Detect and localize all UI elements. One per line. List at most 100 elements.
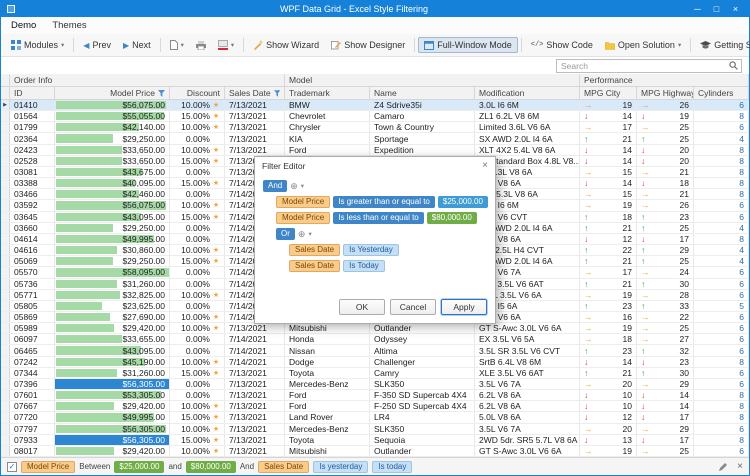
cell-trademark[interactable]: Dodge [285,357,370,367]
cell-mpg-city[interactable]: →19 [580,323,637,333]
table-row[interactable]: 06465$43,095.000.00% 7/14/2021NissanAlti… [1,345,749,356]
cell-mpg-city[interactable]: ↑21 [580,133,637,143]
filter-chip[interactable]: Is yesterday [313,461,368,473]
cell-mpg-highway[interactable]: →29 [637,424,694,434]
cell-mpg-city[interactable]: ↓12 [580,412,637,422]
table-row[interactable]: 07396$56,305.000.00% 7/13/2021Mercedes-B… [1,379,749,390]
cell-cylinders[interactable]: 8 [694,111,749,121]
table-row[interactable]: 07720$49,995.0015.00%★7/13/2021Land Rove… [1,412,749,423]
cell-sales-date[interactable]: 7/13/2021 [225,412,285,422]
cell-model-price[interactable]: $53,305.00 [55,390,170,400]
filter-enabled-checkbox[interactable]: ✓ [7,462,17,472]
cell-sales-date[interactable]: 7/13/2021 [225,446,285,456]
cell-trademark[interactable]: Mitsubishi [285,446,370,456]
cell-cylinders[interactable]: 6 [694,379,749,389]
cell-cylinders[interactable]: 6 [694,312,749,322]
cell-id[interactable]: 03660 [10,223,55,233]
cell-cylinders[interactable]: 6 [694,368,749,378]
cell-cylinders[interactable]: 4 [694,256,749,266]
cell-mpg-highway[interactable]: ↑30 [637,368,694,378]
cell-mpg-highway[interactable]: ↓20 [637,156,694,166]
filter-chip[interactable]: $25,000.00 [114,461,164,473]
cell-mpg-city[interactable]: ↑21 [580,279,637,289]
dialog-titlebar[interactable]: Filter Editor × [255,157,495,175]
search-input[interactable] [557,61,729,71]
cell-name[interactable]: Odyssey [370,334,475,344]
cell-trademark[interactable]: BMW [285,100,370,110]
cell-mpg-highway[interactable]: ↑23 [637,212,694,222]
cell-sales-date[interactable]: 7/13/2021 [225,424,285,434]
cell-name[interactable]: Expedition [370,145,475,155]
table-row[interactable]: 01799$42,140.0010.00%★7/13/2021ChryslerT… [1,122,749,133]
cell-model-price[interactable]: $29,420.00 [55,446,170,456]
cell-mpg-city[interactable]: →19 [580,446,637,456]
getting-started-button[interactable]: Getting Started [694,37,750,53]
cell-modification[interactable]: 2WD 5dr. SR5 5.7L V8 6A [475,435,580,445]
table-row[interactable]: 05989$29,420.0010.00%★7/13/2021Mitsubish… [1,323,749,334]
add-condition-icon[interactable]: ⊕ [298,230,306,239]
minimize-icon[interactable]: ─ [688,1,707,17]
cell-modification[interactable]: SrtB 6.4L V8 6M [475,357,580,367]
cell-modification[interactable]: 6.2L V8 6A [475,390,580,400]
cell-id[interactable]: 03388 [10,178,55,188]
cell-model-price[interactable]: $40,095.00 [55,178,170,188]
cell-mpg-highway[interactable]: →25 [637,446,694,456]
field-chip[interactable]: Sales Date [289,260,340,272]
cell-discount[interactable]: 0.00% [170,189,225,199]
cell-model-price[interactable]: $30,860.00 [55,245,170,255]
edit-filter-icon[interactable] [719,462,728,471]
cell-model-price[interactable]: $45,190.00 [55,357,170,367]
cell-discount[interactable]: 10.00%★ [170,312,225,322]
cell-sales-date[interactable]: 7/13/2021 [225,368,285,378]
table-row[interactable]: 07933$56,305.0015.00%★7/13/2021ToyotaSeq… [1,435,749,446]
cell-name[interactable]: Camaro [370,111,475,121]
cell-model-price[interactable]: $23,625.00 [55,301,170,311]
cell-mpg-highway[interactable]: →24 [637,267,694,277]
cell-mpg-city[interactable]: →19 [580,290,637,300]
column-header-discount[interactable]: Discount [170,87,225,99]
cell-cylinders[interactable]: 6 [694,100,749,110]
cell-id[interactable]: 02364 [10,133,55,143]
cell-discount[interactable]: 0.00% [170,279,225,289]
cell-mpg-highway[interactable]: ↓18 [637,178,694,188]
cell-trademark[interactable]: Toyota [285,368,370,378]
cell-mpg-highway[interactable]: →21 [637,167,694,177]
cell-name[interactable]: F-250 SD Supercab 4X4 [370,401,475,411]
cell-id[interactable]: 05805 [10,301,55,311]
cell-discount[interactable]: 0.00% [170,167,225,177]
cell-model-price[interactable]: $58,095.00 [55,267,170,277]
cell-discount[interactable]: 10.00%★ [170,401,225,411]
cell-sales-date[interactable]: 7/14/2021 [225,345,285,355]
cell-trademark[interactable]: Chrysler [285,122,370,132]
table-row[interactable]: 02423$33,650.0010.00%★7/13/2021FordExped… [1,145,749,156]
cell-sales-date[interactable]: 7/13/2021 [225,323,285,333]
cell-id[interactable]: 05736 [10,279,55,289]
cell-mpg-highway[interactable]: →29 [637,379,694,389]
cell-mpg-highway[interactable]: ↑29 [637,245,694,255]
cell-cylinders[interactable]: 8 [694,145,749,155]
filter-funnel-icon[interactable] [158,90,165,97]
cell-model-price[interactable]: $33,650.00 [55,156,170,166]
cell-cylinders[interactable]: 6 [694,424,749,434]
cell-mpg-highway[interactable]: ↑33 [637,301,694,311]
cell-mpg-city[interactable]: →20 [580,424,637,434]
value-chip[interactable]: $25,000.00 [438,196,488,208]
modules-button[interactable]: Modules ▾ [5,37,70,53]
cell-mpg-highway[interactable]: ↓17 [637,412,694,422]
cell-cylinders[interactable]: 8 [694,357,749,367]
cell-trademark[interactable]: Honda [285,334,370,344]
clear-filter-icon[interactable]: × [737,461,743,472]
cell-mpg-highway[interactable]: ↓20 [637,145,694,155]
cell-modification[interactable]: 5.0L V8 6A [475,412,580,422]
cell-discount[interactable]: 0.00% [170,234,225,244]
cell-cylinders[interactable]: 6 [694,345,749,355]
cell-cylinders[interactable]: 8 [694,435,749,445]
next-button[interactable]: ▶ Next [117,37,157,53]
value-chip[interactable]: $80,000.00 [427,212,477,224]
cell-cylinders[interactable]: 8 [694,189,749,199]
cell-model-price[interactable]: $31,260.00 [55,279,170,289]
cell-discount[interactable]: 15.00%★ [170,111,225,121]
cell-trademark[interactable]: Mercedes-Benz [285,424,370,434]
print-button[interactable] [190,38,212,53]
field-chip[interactable]: Model Price [276,212,330,224]
